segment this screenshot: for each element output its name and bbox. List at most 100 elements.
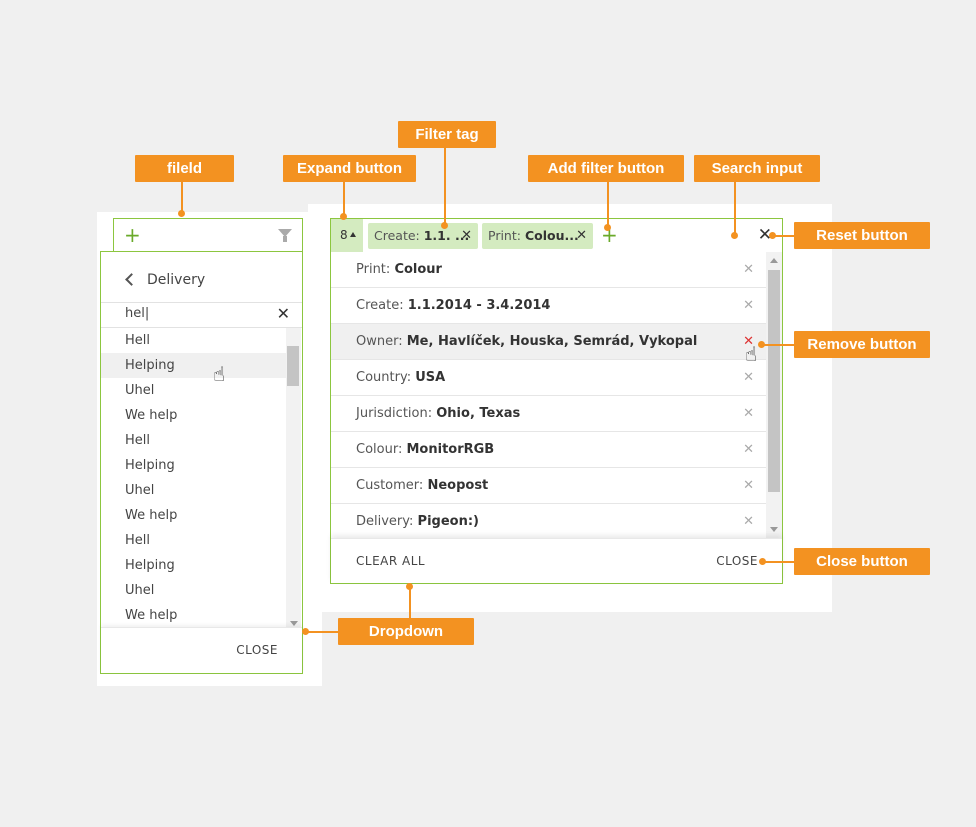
connector [763, 561, 794, 563]
filter-row[interactable]: Owner: Me, Havlíček, Houska, Semrád, Vyk… [331, 324, 766, 360]
scrollbar-thumb[interactable] [768, 270, 780, 492]
filters-panel: Print: Colour ✕ Create: 1.1.2014 - 3.4.20… [330, 252, 783, 584]
list-item[interactable]: We help [101, 403, 286, 428]
connector [444, 148, 446, 224]
list-item[interactable]: Hell [101, 328, 286, 353]
connector-dot [441, 222, 448, 229]
filter-tag[interactable]: Print: Colou... ✕ [482, 223, 593, 249]
filter-tag[interactable]: Create: 1.1. ... ✕ [368, 223, 478, 249]
filter-label: Create: [356, 298, 404, 313]
callout-field: fileld [135, 155, 234, 182]
connector [607, 182, 609, 226]
remove-icon[interactable]: ✕ [743, 468, 754, 504]
filter-value: Pigeon:) [417, 514, 479, 529]
filter-value: Neopost [427, 478, 489, 493]
dropdown-list: Hell Helping Uhel We help Hell Helping U… [101, 328, 286, 628]
filter-label: Delivery: [356, 514, 414, 529]
connector [409, 586, 411, 618]
callout-remove-button: Remove button [794, 331, 930, 358]
callout-filter-tag: Filter tag [398, 121, 496, 148]
chevron-left-icon[interactable] [125, 273, 138, 286]
scroll-up-icon[interactable] [770, 258, 778, 263]
connector [305, 631, 338, 633]
filter-row[interactable]: Print: Colour ✕ [331, 252, 766, 288]
remove-icon[interactable]: ✕ [743, 288, 754, 324]
tag-close-icon[interactable]: ✕ [461, 223, 472, 249]
panel-scrollbar[interactable] [766, 252, 782, 538]
filter-value: Me, Havlíček, Houska, Semrád, Vykopal [406, 334, 698, 349]
filter-row[interactable]: Country: USA ✕ [331, 360, 766, 396]
filter-label: Owner: [356, 334, 403, 349]
clear-search-icon[interactable]: ✕ [277, 304, 290, 323]
search-value[interactable]: hel| [125, 306, 149, 321]
scroll-down-icon[interactable] [770, 527, 778, 532]
plus-icon[interactable]: + [124, 224, 141, 246]
hand-cursor-icon: ☝ [745, 342, 758, 366]
filter-row[interactable]: Colour: MonitorRGB ✕ [331, 432, 766, 468]
connector-dot [759, 558, 766, 565]
list-item[interactable]: We help [101, 603, 286, 628]
dropdown-scrollbar[interactable] [286, 328, 301, 628]
list-item[interactable]: Hell [101, 528, 286, 553]
tag-value: Colou... [524, 228, 579, 243]
panel-footer: CLEAR ALL CLOSE [331, 538, 782, 583]
remove-icon[interactable]: ✕ [743, 252, 754, 288]
filter-field[interactable]: + [113, 218, 303, 252]
connector-dot [302, 628, 309, 635]
callout-close-button: Close button [794, 548, 930, 575]
filter-value: Colour [394, 262, 442, 277]
tag-label: Print: [488, 228, 521, 243]
callout-search-input: Search input [694, 155, 820, 182]
list-item[interactable]: Hell [101, 428, 286, 453]
connector-dot [406, 583, 413, 590]
tag-close-icon[interactable]: ✕ [576, 223, 587, 249]
filter-label: Jurisdiction: [356, 406, 433, 421]
expand-count: 8 [340, 228, 348, 242]
callout-dropdown: Dropdown [338, 618, 474, 645]
filter-value: Ohio, Texas [436, 406, 521, 421]
filter-value: 1.1.2014 - 3.4.2014 [407, 298, 551, 313]
connector-dot [758, 341, 765, 348]
filter-value: MonitorRGB [406, 442, 495, 457]
scroll-down-icon[interactable] [290, 621, 298, 626]
remove-icon[interactable]: ✕ [743, 432, 754, 468]
dropdown-header[interactable]: Delivery [101, 252, 302, 303]
remove-icon[interactable]: ✕ [743, 504, 754, 538]
list-item[interactable]: Helping [101, 353, 286, 378]
filter-row[interactable]: Customer: Neopost ✕ [331, 468, 766, 504]
connector [761, 344, 794, 346]
connector-dot [340, 213, 347, 220]
connector-dot [178, 210, 185, 217]
remove-icon[interactable]: ✕ [743, 396, 754, 432]
connector-dot [604, 224, 611, 231]
dropdown-search-input[interactable]: hel| ✕ [101, 303, 302, 328]
dropdown-close-button[interactable]: CLOSE [236, 643, 278, 657]
dropdown-title: Delivery [147, 272, 206, 288]
hand-cursor-icon: ☝ [213, 362, 226, 386]
clear-all-button[interactable]: CLEAR ALL [356, 554, 425, 568]
caret-up-icon [349, 232, 356, 237]
list-item[interactable]: Uhel [101, 378, 286, 403]
filter-label: Country: [356, 370, 412, 385]
list-item[interactable]: Uhel [101, 478, 286, 503]
filter-row[interactable]: Delivery: Pigeon:) ✕ [331, 504, 766, 538]
filter-row[interactable]: Jurisdiction: Ohio, Texas ✕ [331, 396, 766, 432]
filters-list: Print: Colour ✕ Create: 1.1.2014 - 3.4.20… [331, 252, 766, 538]
list-item[interactable]: Uhel [101, 578, 286, 603]
callout-expand-button: Expand button [283, 155, 416, 182]
funnel-icon[interactable] [278, 229, 292, 242]
filter-row[interactable]: Create: 1.1.2014 - 3.4.2014 ✕ [331, 288, 766, 324]
expand-button[interactable]: 8 [331, 219, 363, 252]
panel-close-button[interactable]: CLOSE [716, 554, 758, 568]
connector [734, 182, 736, 234]
list-item[interactable]: Helping [101, 553, 286, 578]
connector [343, 182, 345, 216]
scrollbar-thumb[interactable] [287, 346, 299, 386]
connector [181, 182, 183, 213]
callout-add-filter-button: Add filter button [528, 155, 684, 182]
list-item[interactable]: We help [101, 503, 286, 528]
filter-label: Print: [356, 262, 391, 277]
dropdown-footer: CLOSE [101, 627, 302, 673]
filter-label: Customer: [356, 478, 424, 493]
list-item[interactable]: Helping [101, 453, 286, 478]
